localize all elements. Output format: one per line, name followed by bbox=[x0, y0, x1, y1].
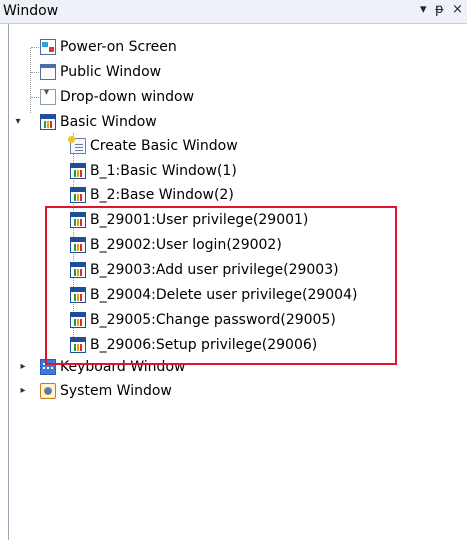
tree-item-label: Power-on Screen bbox=[60, 39, 177, 55]
tree-connector bbox=[31, 47, 39, 48]
tree-item-power-on-screen[interactable]: Power-on Screen bbox=[40, 36, 177, 58]
expand-arrow-icon[interactable]: ▸ bbox=[18, 362, 28, 372]
tree-item-create-basic-window[interactable]: Create Basic Window bbox=[68, 135, 238, 157]
collapse-arrow-icon[interactable]: ▾ bbox=[13, 117, 23, 127]
system-window-icon bbox=[40, 383, 56, 399]
highlight-box bbox=[45, 206, 397, 365]
dropdown-arrow-icon[interactable]: ▾ bbox=[420, 2, 427, 17]
tree-item-system-window[interactable]: System Window bbox=[40, 380, 172, 402]
tree-item-label: Basic Window bbox=[60, 114, 157, 130]
tree-item-label: Drop-down window bbox=[60, 89, 195, 105]
tree-item-label: B_2:Base Window(2) bbox=[90, 187, 234, 203]
dropdown-window-icon bbox=[40, 87, 56, 105]
tree-item-basic-window[interactable]: Basic Window bbox=[40, 111, 157, 133]
tree-connector bbox=[30, 48, 31, 113]
expand-arrow-icon[interactable]: ▸ bbox=[18, 386, 28, 396]
tree-item-label: System Window bbox=[60, 383, 172, 399]
tree-connector bbox=[31, 97, 39, 98]
window-panel: Window ▾ ᵽ × Power-on Screen Public Wind… bbox=[0, 0, 467, 540]
tree-item-b-1[interactable]: B_1:Basic Window(1) bbox=[70, 160, 237, 182]
panel-left-border bbox=[8, 24, 9, 540]
tree-item-label: Public Window bbox=[60, 64, 162, 80]
tree-item-label: B_1:Basic Window(1) bbox=[90, 163, 237, 179]
basic-window-icon bbox=[40, 114, 56, 130]
tree-item-drop-down-window[interactable]: Drop-down window bbox=[40, 86, 194, 108]
tree-item-b-2[interactable]: B_2:Base Window(2) bbox=[70, 184, 234, 206]
tree-item-label: Create Basic Window bbox=[90, 138, 238, 154]
basic-window-icon bbox=[70, 163, 86, 179]
panel-title: Window bbox=[3, 3, 59, 19]
basic-window-icon bbox=[70, 187, 86, 203]
panel-titlebar: Window ▾ ᵽ × bbox=[0, 0, 467, 24]
tree-connector bbox=[31, 72, 39, 73]
close-icon[interactable]: × bbox=[452, 2, 463, 17]
power-on-screen-icon bbox=[40, 39, 56, 55]
create-window-icon bbox=[68, 136, 86, 154]
window-icon bbox=[40, 64, 56, 80]
tree-item-public-window[interactable]: Public Window bbox=[40, 61, 161, 83]
pin-icon[interactable]: ᵽ bbox=[435, 2, 444, 17]
